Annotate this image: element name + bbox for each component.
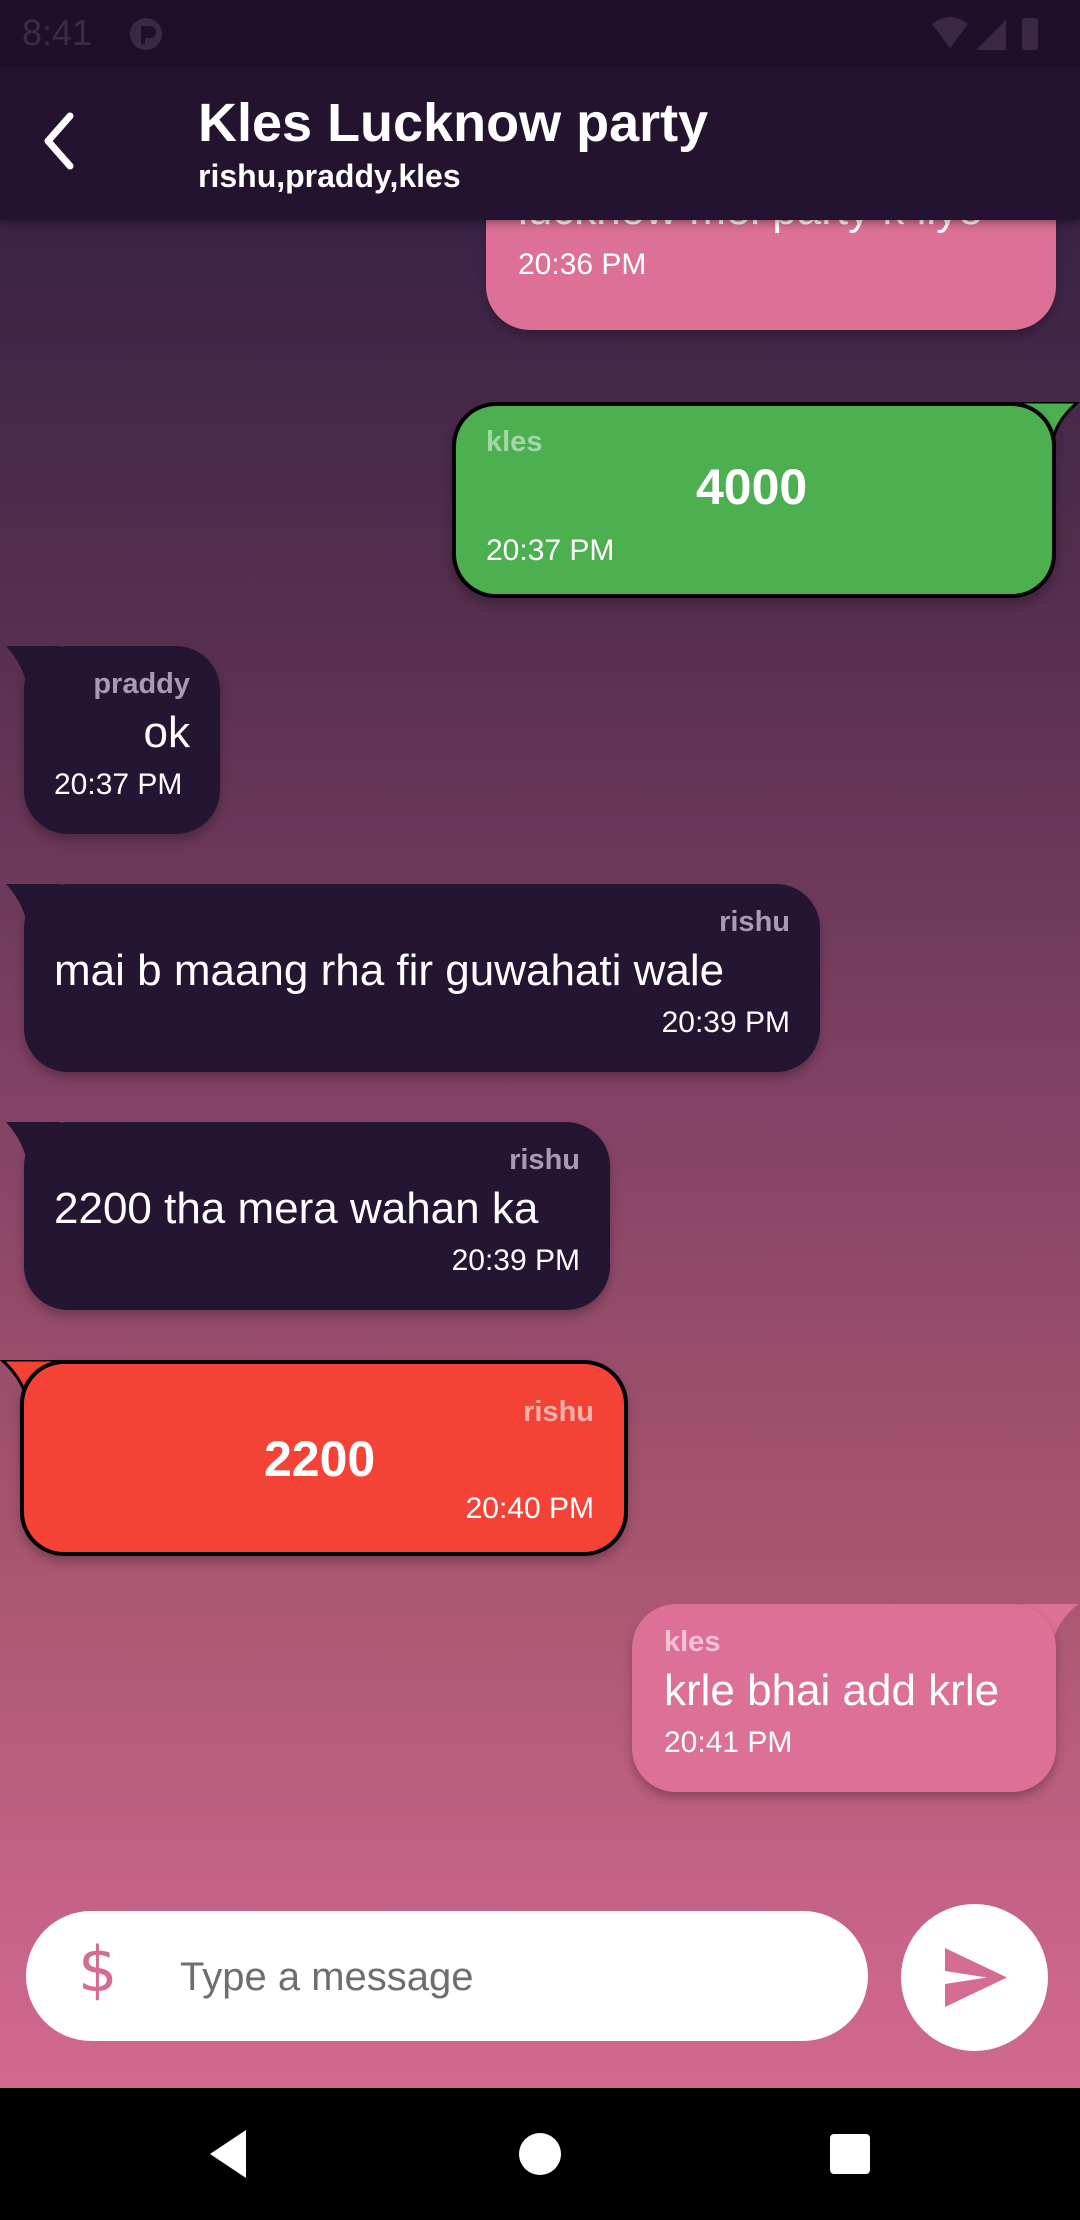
payment-bubble-received[interactable]: rishu 2200 20:40 PM: [20, 1360, 628, 1556]
nav-back-icon[interactable]: [200, 2124, 260, 2184]
message-bubble-outgoing[interactable]: kles krle bhai add krle 20:41 PM: [632, 1604, 1056, 1792]
app-bar: Kles Lucknow party rishu,praddy,kles: [0, 66, 1080, 220]
chat-title: Kles Lucknow party: [198, 93, 709, 153]
message-text: ok: [143, 708, 190, 757]
message-time: 20:40 PM: [465, 1492, 594, 1525]
battery-icon: [1022, 18, 1038, 50]
nav-home-icon[interactable]: [510, 2124, 570, 2184]
message-input[interactable]: [178, 1941, 832, 2013]
message-bubble-incoming[interactable]: rishu mai b maang rha fir guwahati wale …: [24, 884, 820, 1072]
message-text: 2200 tha mera wahan ka: [54, 1184, 539, 1233]
message-composer: $: [26, 1911, 868, 2041]
message-sender: rishu: [523, 1396, 594, 1428]
message-sender: praddy: [93, 668, 190, 700]
wifi-icon: [932, 17, 968, 48]
status-bar: 8:41: [0, 0, 1080, 66]
payment-amount: 4000: [696, 459, 808, 515]
dollar-icon[interactable]: $: [78, 1933, 117, 2006]
message-sender: kles: [486, 426, 543, 458]
message-sender: rishu: [719, 906, 790, 938]
message-bubble-incoming[interactable]: rishu 2200 tha mera wahan ka 20:39 PM: [24, 1122, 610, 1310]
message-list[interactable]: lucknow mei party k liye 20:36 PM kles 4…: [0, 220, 1080, 1860]
message-time: 20:39 PM: [451, 1244, 580, 1277]
message-time: 20:37 PM: [486, 534, 615, 567]
message-sender: kles: [664, 1626, 721, 1658]
nav-recents-icon[interactable]: [820, 2124, 880, 2184]
message-text: krle bhai add krle: [664, 1666, 1000, 1715]
message-bubble-incoming[interactable]: praddy ok 20:37 PM: [24, 646, 220, 834]
message-sender: rishu: [509, 1144, 580, 1176]
status-time: 8:41: [22, 12, 93, 53]
message-time: 20:37 PM: [54, 768, 183, 801]
status-icons: [932, 17, 1038, 50]
app-notification-icon: [130, 18, 162, 50]
payment-bubble-sent[interactable]: kles 4000 20:37 PM: [452, 402, 1056, 598]
message-time: 20:36 PM: [518, 248, 647, 281]
message-time: 20:41 PM: [664, 1726, 793, 1759]
send-button[interactable]: [901, 1904, 1048, 2051]
payment-amount: 2200: [264, 1431, 376, 1487]
signal-icon: [976, 20, 1006, 50]
message-text: lucknow mei party k liye: [518, 220, 983, 235]
chat-members: rishu,praddy,kles: [198, 158, 461, 194]
back-arrow-icon[interactable]: [30, 106, 90, 176]
message-bubble-outgoing[interactable]: lucknow mei party k liye 20:36 PM: [486, 220, 1056, 330]
send-icon: [945, 1948, 1007, 2007]
system-nav-bar: [0, 2088, 1080, 2220]
message-time: 20:39 PM: [661, 1006, 790, 1039]
message-text: mai b maang rha fir guwahati wale: [54, 946, 725, 995]
